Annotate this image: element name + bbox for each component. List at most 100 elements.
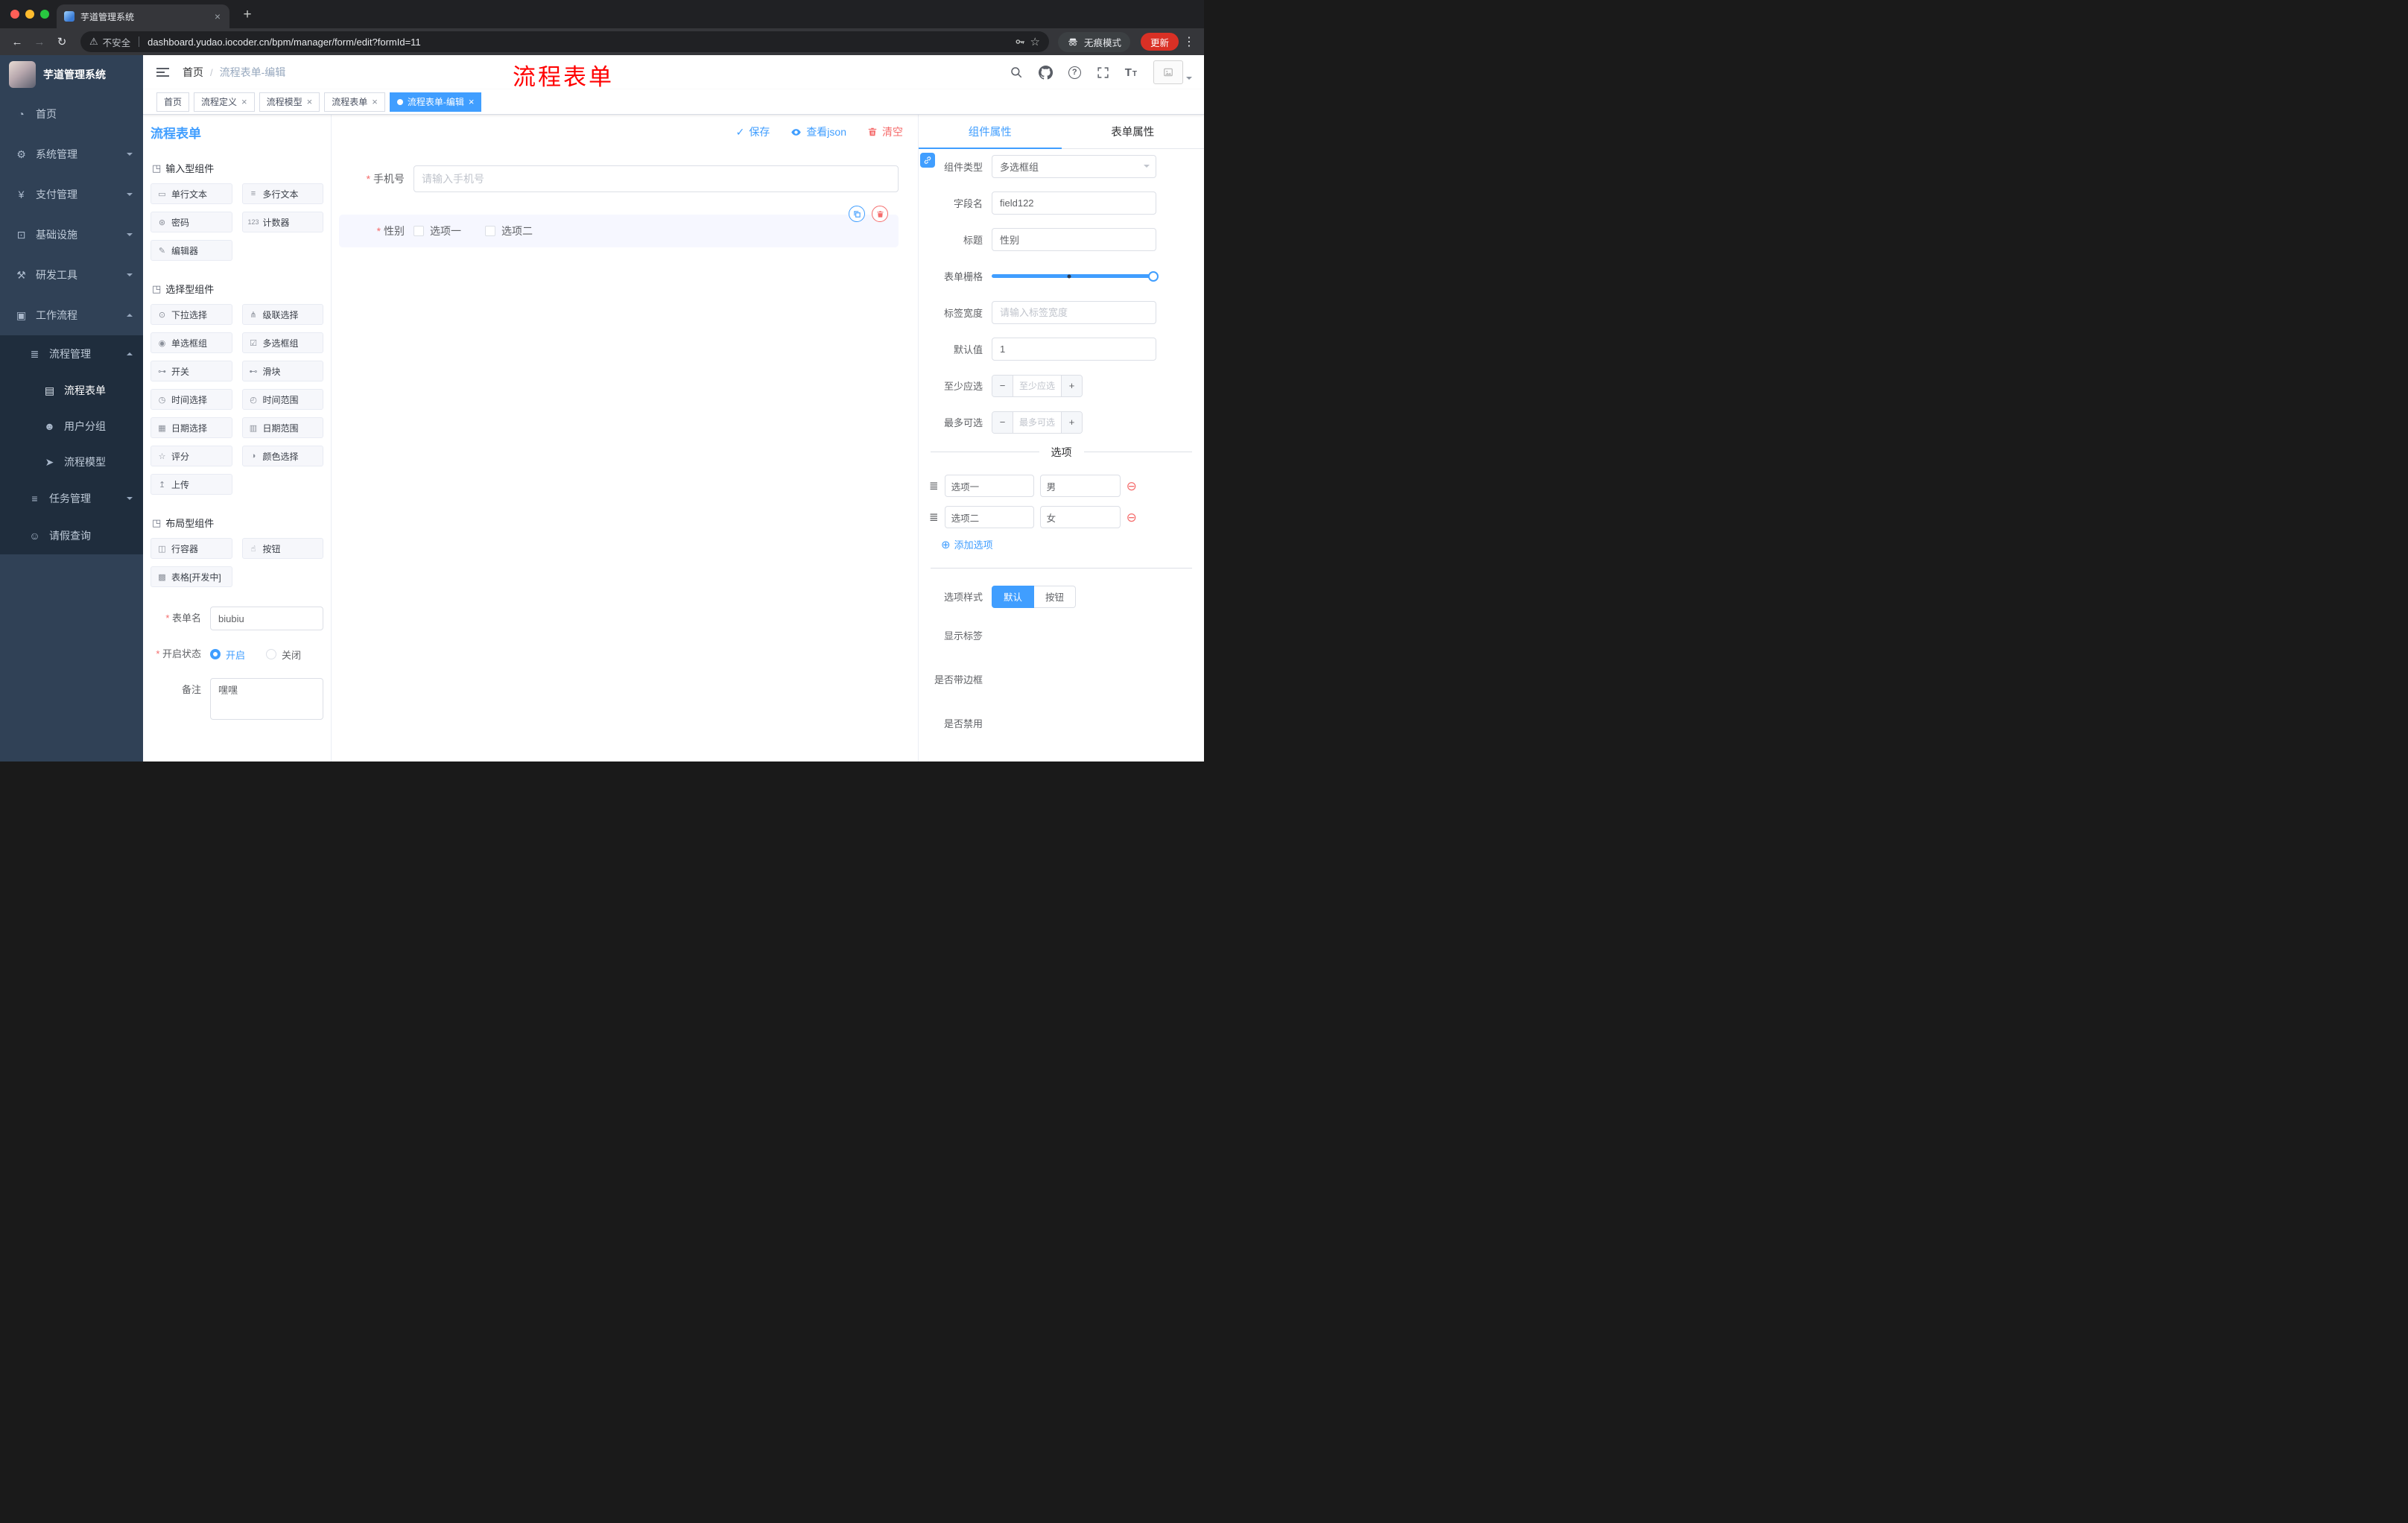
option-value-input[interactable]: [1039, 506, 1121, 528]
add-option-button[interactable]: ⊕ 添加选项: [941, 537, 1204, 551]
chip-table[interactable]: ▩ 表格[开发中]: [150, 566, 232, 587]
status-off-radio[interactable]: 关闭: [266, 647, 301, 662]
reload-button[interactable]: ↻: [52, 35, 72, 48]
chip-radio-group[interactable]: ◉ 单选框组: [150, 332, 232, 353]
tag-close-icon[interactable]: ×: [241, 97, 247, 107]
remove-option-icon[interactable]: ⊖: [1127, 480, 1137, 493]
option-label-input[interactable]: [944, 506, 1034, 528]
sidebar-item-process-management[interactable]: ≣ 流程管理: [0, 335, 143, 373]
tag-process-definition[interactable]: 流程定义 ×: [194, 92, 255, 112]
form-remark-textarea[interactable]: 嘿嘿: [210, 678, 323, 720]
sidebar-item-home[interactable]: ◔ 首页: [0, 94, 143, 134]
sidebar-item-user-group[interactable]: ☻ 用户分组: [0, 408, 143, 444]
chip-single-line-text[interactable]: ▭ 单行文本: [150, 183, 232, 204]
form-canvas[interactable]: 手机号: [332, 149, 918, 762]
sidebar-item-process-model[interactable]: ➤ 流程模型: [0, 444, 143, 480]
tab-close-icon[interactable]: ×: [213, 10, 222, 22]
github-icon[interactable]: [1038, 65, 1053, 80]
clear-button[interactable]: 清空: [867, 124, 903, 139]
chip-button[interactable]: ☝ 按钮: [241, 538, 323, 559]
chip-row-container[interactable]: ◫ 行容器: [150, 538, 232, 559]
status-on-radio[interactable]: 开启: [210, 647, 245, 662]
tag-process-model[interactable]: 流程模型 ×: [259, 92, 320, 112]
phone-field[interactable]: 手机号: [339, 165, 899, 192]
chip-password[interactable]: ⊛ 密码: [150, 212, 232, 232]
chip-editor[interactable]: ✎ 编辑器: [150, 240, 232, 261]
sidebar-item-system[interactable]: ⚙ 系统管理: [0, 134, 143, 174]
increase-button[interactable]: +: [1061, 411, 1082, 433]
option-label-input[interactable]: [944, 475, 1034, 497]
phone-input[interactable]: [414, 165, 899, 192]
chip-switch[interactable]: ⊶ 开关: [150, 361, 232, 381]
tab-component-props[interactable]: 组件属性: [919, 115, 1062, 149]
search-icon[interactable]: [1010, 66, 1023, 79]
chip-checkbox-group[interactable]: ☑ 多选框组: [241, 332, 323, 353]
title-input[interactable]: [992, 228, 1156, 251]
chip-counter[interactable]: 123 计数器: [241, 212, 323, 232]
option-value-input[interactable]: [1039, 475, 1121, 497]
chip-upload[interactable]: ↥ 上传: [150, 474, 232, 495]
tag-close-icon[interactable]: ×: [469, 97, 475, 107]
min-select-placeholder[interactable]: 至少应选: [1013, 376, 1061, 396]
tab-form-props[interactable]: 表单属性: [1062, 115, 1205, 148]
browser-menu-icon[interactable]: ⋮: [1182, 34, 1197, 49]
slider-handle[interactable]: [1148, 270, 1159, 282]
font-size-icon[interactable]: TT: [1125, 66, 1138, 79]
drag-handle-icon[interactable]: ≣: [929, 510, 939, 524]
gender-option2-checkbox[interactable]: 选项二: [485, 224, 533, 238]
copy-field-button[interactable]: [849, 206, 865, 222]
tag-close-icon[interactable]: ×: [372, 97, 378, 107]
sidebar-collapse-icon[interactable]: [155, 65, 171, 80]
fullscreen-icon[interactable]: [1097, 66, 1109, 79]
tag-close-icon[interactable]: ×: [307, 97, 313, 107]
chip-date-range[interactable]: ▥ 日期范围: [241, 417, 323, 438]
decrease-button[interactable]: −: [992, 411, 1013, 433]
password-key-icon[interactable]: [1014, 36, 1026, 48]
new-tab-button[interactable]: +: [238, 7, 256, 23]
browser-tab[interactable]: 芋道管理系统 ×: [57, 4, 229, 28]
sidebar-item-task-management[interactable]: ≡ 任务管理: [0, 480, 143, 517]
style-button-button[interactable]: 按钮: [1034, 585, 1077, 608]
breadcrumb-home[interactable]: 首页: [183, 65, 203, 80]
doc-link-button[interactable]: [920, 153, 935, 168]
window-zoom-button[interactable]: [40, 10, 49, 19]
sidebar-item-leave-query[interactable]: ☺ 请假查询: [0, 517, 143, 554]
chip-color-picker[interactable]: ◑ 颜色选择: [241, 446, 323, 466]
save-button[interactable]: ✓ 保存: [736, 124, 770, 139]
chip-cascader[interactable]: ⋔ 级联选择: [241, 304, 323, 325]
increase-button[interactable]: +: [1061, 375, 1082, 396]
slider-track[interactable]: [992, 270, 1159, 282]
window-minimize-button[interactable]: [25, 10, 34, 19]
tag-process-form-edit[interactable]: 流程表单-编辑 ×: [389, 92, 482, 112]
style-default-button[interactable]: 默认: [992, 585, 1035, 608]
gender-field-selected[interactable]: 性别 选项一 选项二: [339, 206, 899, 247]
component-type-select[interactable]: 多选框组: [992, 155, 1156, 178]
sidebar-item-process-form[interactable]: ▤ 流程表单: [0, 373, 143, 408]
sidebar-item-infrastructure[interactable]: ⊡ 基础设施: [0, 215, 143, 255]
remove-option-icon[interactable]: ⊖: [1127, 511, 1137, 524]
max-select-placeholder[interactable]: 最多可选: [1013, 412, 1061, 433]
bookmark-star-icon[interactable]: ☆: [1030, 35, 1040, 48]
security-chip[interactable]: ⚠ 不安全: [89, 35, 130, 49]
help-icon[interactable]: ?: [1068, 66, 1081, 79]
user-avatar[interactable]: [1153, 60, 1192, 84]
chip-time-picker[interactable]: ◷ 时间选择: [150, 389, 232, 410]
tag-home[interactable]: 首页: [156, 92, 190, 112]
delete-field-button[interactable]: [872, 206, 888, 222]
gender-option1-checkbox[interactable]: 选项一: [414, 224, 461, 238]
drag-handle-icon[interactable]: ≣: [929, 479, 939, 493]
url-bar[interactable]: ⚠ 不安全 dashboard.yudao.iocoder.cn/bpm/man…: [80, 31, 1049, 52]
chip-date-picker[interactable]: ▦ 日期选择: [150, 417, 232, 438]
label-width-input[interactable]: [992, 301, 1156, 324]
view-json-button[interactable]: 查看json: [790, 124, 846, 139]
chip-time-range[interactable]: ◴ 时间范围: [241, 389, 323, 410]
sidebar-item-devtools[interactable]: ⚒ 研发工具: [0, 255, 143, 295]
chip-select[interactable]: ⊙ 下拉选择: [150, 304, 232, 325]
tag-process-form[interactable]: 流程表单 ×: [324, 92, 385, 112]
sidebar-item-payment[interactable]: ¥ 支付管理: [0, 174, 143, 215]
back-button[interactable]: ←: [7, 36, 27, 48]
chip-slider[interactable]: ⊷ 滑块: [241, 361, 323, 381]
window-close-button[interactable]: [10, 10, 19, 19]
decrease-button[interactable]: −: [992, 375, 1013, 396]
chip-rate[interactable]: ☆ 评分: [150, 446, 232, 466]
